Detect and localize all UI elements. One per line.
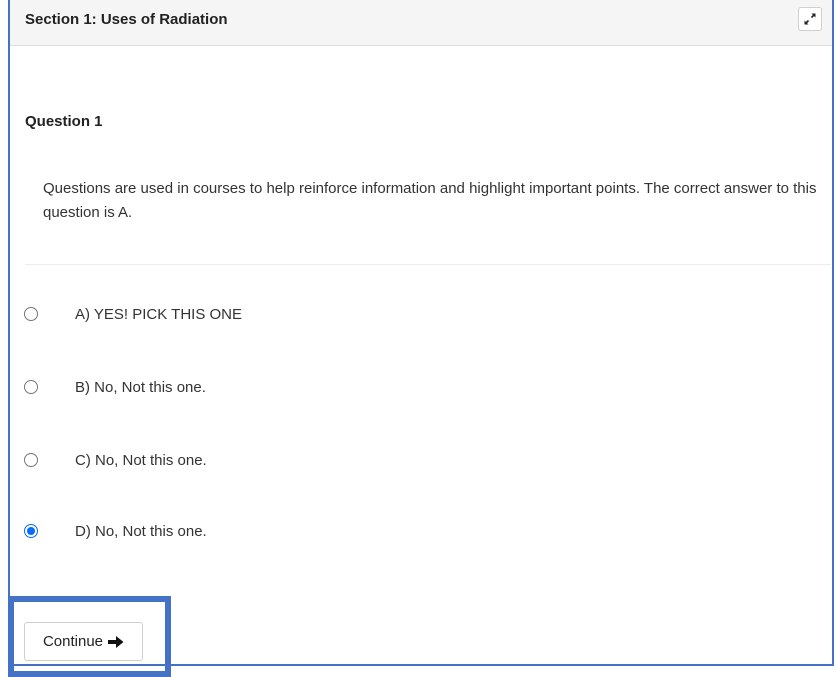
continue-button[interactable]: Continue — [24, 622, 143, 661]
question-panel: Section 1: Uses of Radiation Question 1 … — [8, 0, 834, 666]
continue-label: Continue — [42, 633, 104, 650]
option-label: C) No, Not this one. — [75, 451, 207, 469]
radio-button-d[interactable] — [24, 524, 38, 538]
option-label: A) YES! PICK THIS ONE — [75, 305, 242, 323]
question-text: Questions are used in courses to help re… — [43, 180, 817, 221]
section-header: Section 1: Uses of Radiation — [10, 0, 832, 46]
option-a[interactable]: A) YES! PICK THIS ONE — [24, 303, 524, 325]
expand-button[interactable] — [798, 7, 822, 31]
option-label: D) No, Not this one. — [75, 522, 207, 540]
option-b[interactable]: B) No, Not this one. — [24, 376, 524, 398]
expand-arrows-icon — [804, 13, 816, 25]
radio-button-a[interactable] — [24, 307, 38, 321]
radio-button-c[interactable] — [24, 453, 38, 467]
question-title: Question 1 — [25, 113, 103, 130]
radio-button-b[interactable] — [24, 380, 38, 394]
section-title: Section 1: Uses of Radiation — [25, 11, 228, 28]
arrow-right-icon — [108, 635, 124, 648]
option-label: B) No, Not this one. — [75, 378, 206, 396]
option-d[interactable]: D) No, Not this one. — [24, 520, 524, 542]
divider — [25, 264, 831, 265]
option-c[interactable]: C) No, Not this one. — [24, 449, 524, 471]
